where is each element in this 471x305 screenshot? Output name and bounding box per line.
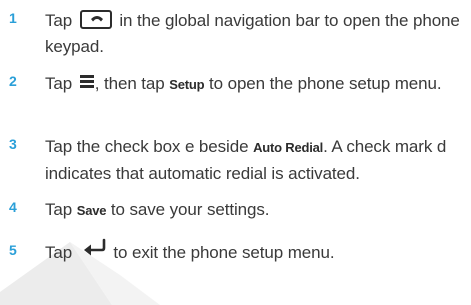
step-number: 2	[9, 73, 17, 89]
ui-term-save: Save	[76, 203, 107, 218]
ui-term-auto-redial: Auto Redial	[253, 140, 324, 155]
step-text-segment: to save your settings.	[106, 200, 270, 219]
step-number: 4	[9, 199, 17, 215]
back-arrow-icon	[83, 238, 107, 264]
step-text-segment: Tap	[45, 11, 77, 30]
step-text-segment: Tap the check box e beside	[45, 137, 254, 156]
step-text-segment: Tap	[45, 74, 77, 93]
step-text: Tap to exit the phone setup menu.	[45, 238, 465, 267]
phone-handset-icon	[79, 10, 112, 30]
step-number: 5	[9, 242, 17, 258]
step-text: Tap , then tap Setup to open the phone s…	[45, 71, 465, 98]
step-number: 3	[9, 136, 17, 152]
ui-term-setup: Setup	[169, 77, 205, 92]
menu-icon	[79, 70, 94, 96]
step-text: Tap Save to save your settings.	[45, 197, 465, 224]
step-number: 1	[9, 10, 17, 26]
step-text-segment: , then tap	[94, 74, 170, 93]
step-text: Tap in the global navigation bar to open…	[45, 8, 465, 60]
step-text-segment: to exit the phone setup menu.	[108, 243, 335, 262]
step-text-segment: Tap	[45, 200, 77, 219]
step-text-segment: to open the phone setup menu.	[204, 74, 442, 93]
step-text-segment: Tap	[45, 243, 77, 262]
step-text: Tap the check box e beside Auto Redial. …	[45, 134, 465, 187]
